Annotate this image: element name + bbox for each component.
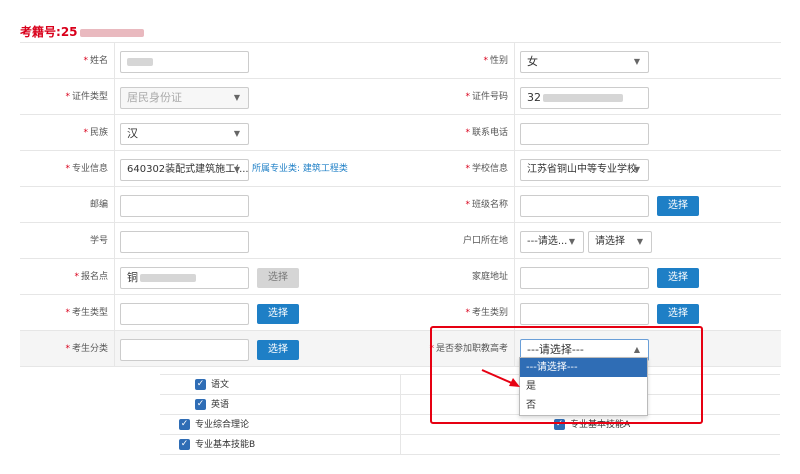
exam-class-select-button[interactable]: 选择 [257, 340, 299, 360]
exam-class-input[interactable] [120, 339, 249, 361]
form-row-4: * 专业信息 640302装配式建筑施工(... ▼ 所属专业类: 建筑工程类 * 学… [20, 151, 781, 187]
redacted-mark [127, 58, 153, 66]
red-arrow-icon [481, 369, 520, 387]
form-row-6: 学号 户口所在地 ---请选... ▼ 请选择 ▼ [20, 223, 781, 259]
exam-type-label: * 考生类型 [65, 308, 108, 318]
home-address-input[interactable] [520, 267, 649, 289]
exam-number-label: 考籍号: [20, 25, 61, 39]
school-label: * 学校信息 [465, 164, 508, 174]
student-number-label: 学号 [89, 236, 108, 246]
chevron-down-icon: ▼ [568, 237, 575, 246]
form-row-2: * 证件类型 居民身份证 ▼ * 证件号码 32 [20, 79, 781, 115]
exam-site-select-button: 选择 [257, 268, 299, 288]
ethnicity-select[interactable]: 汉 ▼ [120, 123, 249, 145]
hukou-city-select[interactable]: 请选择 ▼ [588, 231, 652, 253]
subject-label: 英语 [211, 400, 230, 410]
id-number-label: * 证件号码 [465, 92, 508, 102]
checkbox-checked-icon[interactable]: ✓ [195, 399, 206, 410]
phone-label: * 联系电话 [465, 128, 508, 138]
id-type-label: * 证件类型 [65, 92, 108, 102]
exam-category-select-button[interactable]: 选择 [657, 304, 699, 324]
form-row-5: 邮编 * 班级名称 选择 [20, 187, 781, 223]
exam-number-value: 25 [60, 25, 78, 39]
major-select[interactable]: 640302装配式建筑施工(... ▼ [120, 159, 249, 181]
hukou-label: 户口所在地 [462, 236, 508, 246]
form-row-3: * 民族 汉 ▼ * 联系电话 [20, 115, 781, 151]
registration-form: * 姓名 * 性别 女 ▼ * 证件类型 居民身份证 ▼ * 证件号码 32 * 民族 汉 ▼ … [20, 42, 781, 367]
phone-input[interactable] [520, 123, 649, 145]
class-name-input[interactable] [520, 195, 649, 217]
subject-label: 专业基本技能B [195, 440, 256, 450]
home-address-label: 家庭地址 [471, 272, 508, 282]
subject-label: 语文 [211, 380, 230, 390]
exam-site-input[interactable]: 铜 [120, 267, 249, 289]
exam-site-label: * 报名点 [74, 272, 108, 282]
redacted-mark [543, 94, 623, 102]
exam-type-input[interactable] [120, 303, 249, 325]
ethnicity-label: * 民族 [83, 128, 108, 138]
form-row-1: * 姓名 * 性别 女 ▼ [20, 43, 781, 79]
student-number-input[interactable] [120, 231, 249, 253]
id-type-select: 居民身份证 ▼ [120, 87, 249, 109]
subject-label: 专业综合理论 [195, 420, 250, 430]
chevron-down-icon: ▼ [636, 237, 643, 246]
exam-class-label: * 考生分类 [65, 344, 108, 354]
checkbox-checked-icon[interactable]: ✓ [195, 379, 206, 390]
postcode-input[interactable] [120, 195, 249, 217]
highlight-box [430, 326, 703, 424]
form-row-7: * 报名点 铜 选择 家庭地址 选择 [20, 259, 781, 295]
exam-number: 考籍号:25 [20, 23, 144, 40]
redacted-mark [140, 274, 196, 282]
name-input[interactable] [120, 51, 249, 73]
chevron-down-icon: ▼ [633, 57, 640, 66]
postcode-label: 邮编 [89, 200, 108, 210]
checkbox-checked-icon[interactable]: ✓ [179, 419, 190, 430]
class-name-label: * 班级名称 [465, 200, 508, 210]
chevron-down-icon: ▼ [633, 165, 640, 174]
id-number-input[interactable]: 32 [520, 87, 649, 109]
redacted-mark [79, 28, 144, 37]
class-select-button[interactable]: 选择 [657, 196, 699, 216]
exam-category-input[interactable] [520, 303, 649, 325]
gender-select[interactable]: 女 ▼ [520, 51, 649, 73]
checkbox-checked-icon[interactable]: ✓ [179, 439, 190, 450]
major-category-link[interactable]: 所属专业类: 建筑工程类 [252, 151, 348, 187]
major-label: * 专业信息 [65, 164, 108, 174]
chevron-down-icon: ▼ [233, 93, 240, 102]
chevron-down-icon: ▼ [233, 129, 240, 138]
gender-label: * 性别 [483, 56, 508, 66]
hukou-province-select[interactable]: ---请选... ▼ [520, 231, 584, 253]
chevron-down-icon: ▼ [233, 165, 240, 174]
name-label: * 姓名 [83, 56, 108, 66]
subject-row: ✓ 专业基本技能B [160, 435, 780, 455]
exam-type-select-button[interactable]: 选择 [257, 304, 299, 324]
home-address-select-button[interactable]: 选择 [657, 268, 699, 288]
school-select[interactable]: 江苏省铜山中等专业学校 ▼ [520, 159, 649, 181]
